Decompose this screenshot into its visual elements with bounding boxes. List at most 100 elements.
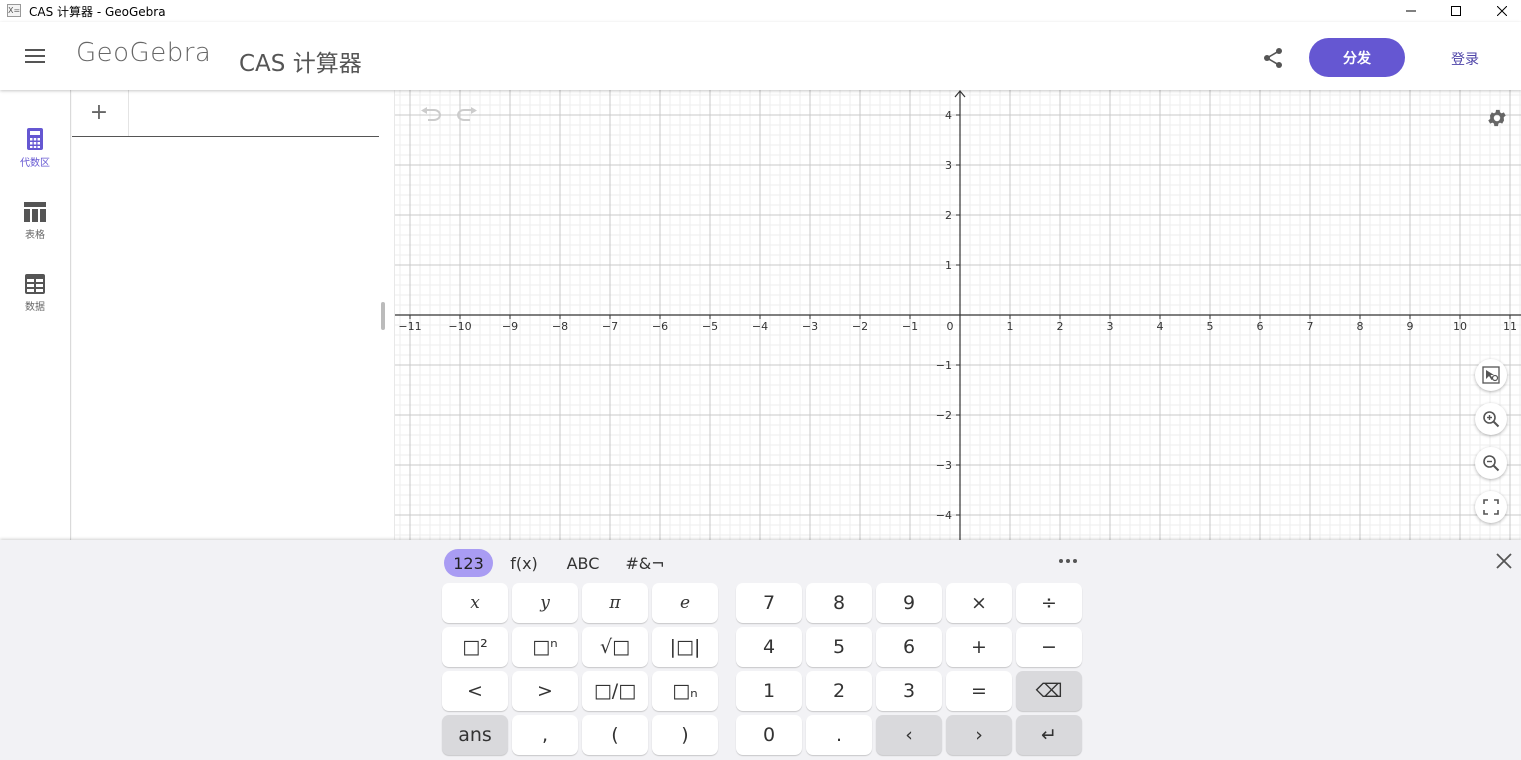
key-right-1-1[interactable]: 5: [806, 627, 872, 667]
key-right-3-4[interactable]: ↵: [1016, 715, 1082, 755]
graphics-view[interactable]: −11 −10 −9 −8 −7 −6 −5 −4 −3 −2 −1 0 1 2 3 4 5 6 7 8 9 10 11 4…: [395, 90, 1521, 540]
key-left-0-2[interactable]: π: [582, 583, 648, 623]
settings-gear-icon[interactable]: [1486, 107, 1508, 129]
x-axis-labels: −11 −10 −9 −8 −7 −6 −5 −4 −3 −2 −1 0 1 2 3 4 5 6 7 8 9 10 11: [398, 320, 1517, 333]
key-left-3-1[interactable]: ,: [512, 715, 578, 755]
share-button[interactable]: 分发: [1309, 38, 1405, 77]
app-header: GeoGebra CAS 计算器 分发 登录: [0, 22, 1521, 90]
x-tick-label: −6: [652, 320, 668, 333]
calculator-icon: [27, 128, 43, 150]
key-left-1-0[interactable]: □²: [442, 627, 508, 667]
x-tick-label: 7: [1307, 320, 1314, 333]
maximize-button[interactable]: [1433, 0, 1479, 22]
x-tick-label: 2: [1057, 320, 1064, 333]
key-right-3-0[interactable]: 0: [736, 715, 802, 755]
keyboard-tab-0[interactable]: 123: [444, 549, 493, 577]
nav-item-table[interactable]: 表格: [0, 202, 70, 262]
add-item-button[interactable]: +: [87, 102, 111, 126]
panel-resize-handle[interactable]: [381, 302, 385, 330]
key-right-1-4[interactable]: −: [1016, 627, 1082, 667]
key-right-0-3[interactable]: ×: [946, 583, 1012, 623]
redo-icon[interactable]: [456, 107, 478, 121]
key-left-1-1[interactable]: □ⁿ: [512, 627, 578, 667]
undo-icon[interactable]: [420, 107, 442, 121]
x-tick-label: −4: [752, 320, 768, 333]
key-right-3-1[interactable]: .: [806, 715, 872, 755]
data-icon: [25, 274, 45, 294]
key-left-2-1[interactable]: >: [512, 671, 578, 711]
side-navigation: 代数区 表格 数据: [0, 90, 71, 540]
key-right-2-4[interactable]: ⌫: [1016, 671, 1082, 711]
key-right-0-0[interactable]: 7: [736, 583, 802, 623]
input-underline: [72, 136, 379, 137]
key-left-0-0[interactable]: x: [442, 583, 508, 623]
coordinate-grid[interactable]: −11 −10 −9 −8 −7 −6 −5 −4 −3 −2 −1 0 1 2 3 4 5 6 7 8 9 10 11 4…: [395, 90, 1521, 540]
y-tick-label: −4: [936, 509, 952, 522]
axes: [395, 90, 1521, 540]
minimize-icon: [1406, 10, 1416, 12]
key-left-0-3[interactable]: e: [652, 583, 718, 623]
key-left-3-2[interactable]: (: [582, 715, 648, 755]
key-left-0-1[interactable]: y: [512, 583, 578, 623]
keyboard-tab-3[interactable]: #&¬: [621, 549, 669, 577]
virtual-keyboard: 123 f(x) ABC #&¬ x y π e □² □ⁿ √□ |□| < > □/□ □ₙ ans,()…: [0, 540, 1521, 760]
nav-item-data[interactable]: 数据: [0, 274, 70, 334]
zoom-out-button[interactable]: [1475, 447, 1507, 479]
y-tick-label: 2: [945, 209, 952, 222]
key-right-0-2[interactable]: 9: [876, 583, 942, 623]
x-tick-label: 0: [947, 320, 954, 333]
x-tick-label: 8: [1357, 320, 1364, 333]
key-right-1-2[interactable]: 6: [876, 627, 942, 667]
key-left-2-2[interactable]: □/□: [582, 671, 648, 711]
key-left-2-3[interactable]: □ₙ: [652, 671, 718, 711]
key-right-2-0[interactable]: 1: [736, 671, 802, 711]
keyboard-tab-1[interactable]: f(x): [503, 549, 545, 577]
key-right-2-1[interactable]: 2: [806, 671, 872, 711]
share-icon[interactable]: [1262, 47, 1284, 69]
key-right-3-3[interactable]: ›: [946, 715, 1012, 755]
key-left-1-2[interactable]: √□: [582, 627, 648, 667]
zoom-in-button[interactable]: [1475, 403, 1507, 435]
key-right-3-2[interactable]: ‹: [876, 715, 942, 755]
key-right-2-3[interactable]: =: [946, 671, 1012, 711]
nav-item-label: 代数区: [20, 158, 50, 169]
window-title: CAS 计算器 - GeoGebra: [29, 5, 166, 19]
x-tick-label: −1: [902, 320, 918, 333]
key-right-0-1[interactable]: 8: [806, 583, 872, 623]
x-tick-label: 3: [1107, 320, 1114, 333]
minimize-button[interactable]: [1388, 0, 1434, 22]
y-tick-label: −1: [936, 359, 952, 372]
nav-item-algebra[interactable]: 代数区: [0, 128, 70, 188]
more-options-icon[interactable]: [1057, 551, 1079, 571]
x-tick-label: 9: [1407, 320, 1414, 333]
style-bar-button[interactable]: [1475, 359, 1507, 391]
x-tick-label: −7: [602, 320, 618, 333]
key-right-2-2[interactable]: 3: [876, 671, 942, 711]
x-tick-label: 1: [1007, 320, 1014, 333]
close-icon: [1497, 6, 1507, 16]
y-tick-label: 1: [945, 259, 952, 272]
key-right-1-0[interactable]: 4: [736, 627, 802, 667]
key-left-1-3[interactable]: |□|: [652, 627, 718, 667]
close-window-button[interactable]: [1479, 0, 1521, 22]
close-keyboard-icon[interactable]: [1495, 552, 1513, 570]
zoom-in-icon: [1483, 411, 1500, 428]
keyboard-tab-2[interactable]: ABC: [558, 549, 608, 577]
login-link[interactable]: 登录: [1451, 49, 1479, 69]
key-right-0-4[interactable]: ÷: [1016, 583, 1082, 623]
algebra-input[interactable]: [128, 90, 379, 136]
key-left-3-3[interactable]: ): [652, 715, 718, 755]
menu-icon[interactable]: [25, 49, 45, 63]
y-tick-label: −3: [936, 459, 952, 472]
x-tick-label: −8: [552, 320, 568, 333]
geogebra-logo[interactable]: GeoGebra: [76, 38, 211, 68]
x-tick-label: 10: [1453, 320, 1467, 333]
y-tick-label: 4: [945, 109, 952, 122]
key-left-2-0[interactable]: <: [442, 671, 508, 711]
key-left-3-0[interactable]: ans: [442, 715, 508, 755]
key-right-1-3[interactable]: +: [946, 627, 1012, 667]
zoom-out-icon: [1483, 455, 1500, 472]
fullscreen-button[interactable]: [1475, 491, 1507, 523]
fullscreen-icon: [1483, 499, 1499, 515]
x-tick-label: 5: [1207, 320, 1214, 333]
